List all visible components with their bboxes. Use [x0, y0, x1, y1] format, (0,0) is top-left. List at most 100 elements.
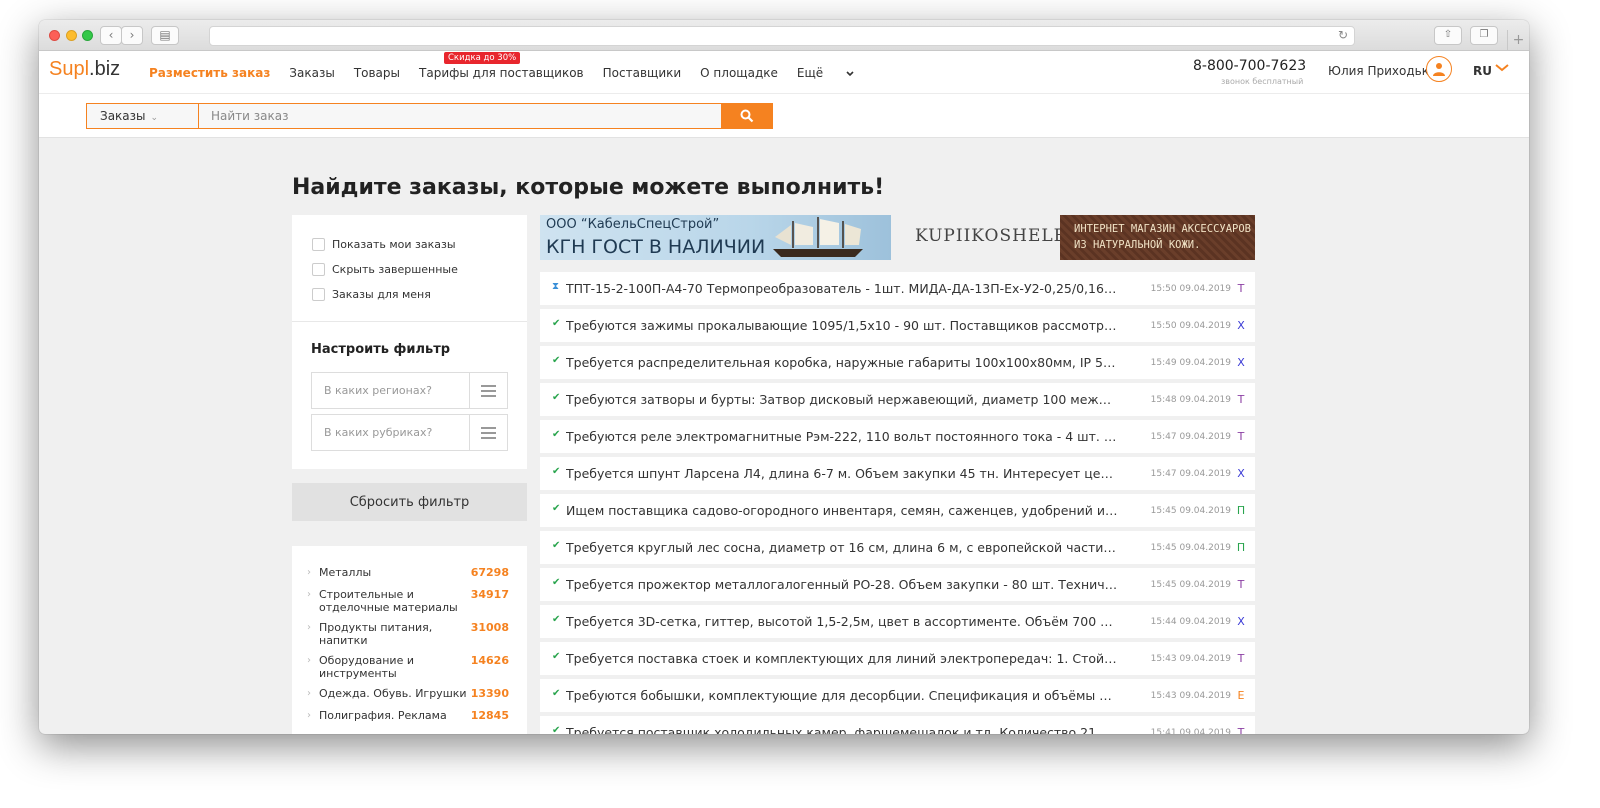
order-time: 15:45 09.04.2019	[1150, 580, 1231, 590]
table-row[interactable]: ✔ Требуется 3D-сетка, гиттер, высотой 1,5…	[540, 605, 1255, 638]
table-row[interactable]: ✔ Требуются бобышки, комплектующие для де…	[540, 679, 1255, 712]
chevron-down-icon: ⌄	[150, 113, 159, 123]
order-title[interactable]: Требуется поставка стоек и комплектующих…	[566, 651, 1118, 666]
category-label: Полиграфия. Реклама	[319, 709, 447, 722]
order-title[interactable]: Требуется прожектор металлогалогенный РО…	[566, 577, 1118, 592]
search-input[interactable]	[198, 103, 722, 129]
order-title[interactable]: Требуются затворы и бурты: Затвор дисков…	[566, 392, 1118, 407]
search-category-select[interactable]: Заказы ⌄	[86, 103, 199, 129]
nav-orders[interactable]: Заказы	[289, 66, 335, 80]
order-category-letter: Т	[1237, 652, 1245, 665]
maximize-window-button[interactable]	[82, 30, 93, 41]
banner-cable-line1: ООО “КабельСпецСтрой”	[546, 217, 720, 232]
checkbox-label: Заказы для меня	[332, 287, 431, 301]
chevron-down-icon[interactable]	[1495, 63, 1509, 73]
table-row[interactable]: ⧗ ТПТ-15-2-100П-А4-70 Термопреобразовател…	[540, 272, 1255, 305]
regions-field[interactable]	[311, 372, 508, 409]
minimize-window-button[interactable]	[66, 30, 77, 41]
checkbox-hide-completed[interactable]: Скрыть завершенные	[312, 261, 458, 277]
check-icon: ✔	[552, 503, 561, 514]
category-label: Оборудование и инструменты	[319, 654, 414, 680]
new-tab-icon[interactable]: +	[1507, 30, 1529, 51]
site-logo[interactable]: Supl.biz	[49, 58, 120, 81]
nav-more[interactable]: Ещё	[797, 66, 854, 80]
check-icon: ✔	[552, 614, 561, 625]
nav-products[interactable]: Товары	[354, 66, 400, 80]
order-title[interactable]: Требуется круглый лес сосна, диаметр от …	[566, 540, 1118, 555]
reset-filter-button[interactable]: Сбросить фильтр	[292, 483, 527, 521]
chevron-right-icon: ›	[307, 622, 311, 633]
order-title[interactable]: Требуются реле электромагнитные Рэм-222,…	[566, 429, 1118, 444]
order-title[interactable]: Требуются бобышки, комплектующие для дес…	[566, 688, 1118, 703]
chevron-right-icon: ›	[307, 655, 311, 666]
banner-leather-line2: ИЗ НАТУРАЛЬНОЙ КОЖИ.	[1074, 239, 1201, 251]
order-time: 15:45 09.04.2019	[1150, 506, 1231, 516]
forward-icon[interactable]: ›	[121, 26, 143, 45]
order-title[interactable]: Требуются зажимы прокалывающие 1095/1,5х…	[566, 318, 1118, 333]
checkbox-box[interactable]	[312, 287, 325, 301]
avatar[interactable]	[1426, 56, 1452, 82]
rubrics-field[interactable]	[311, 414, 508, 451]
table-row[interactable]: ✔ Требуются реле электромагнитные Рэм-222…	[540, 420, 1255, 453]
regions-input[interactable]	[312, 373, 470, 408]
banner-kupiikoshelek[interactable]: KUPIIKOSHELEK	[915, 226, 1081, 246]
share-icon[interactable]: ⇧	[1434, 26, 1462, 45]
table-row[interactable]: ✔ Требуется поставка стоек и комплектующи…	[540, 642, 1255, 675]
checkbox-box[interactable]	[312, 262, 325, 276]
hourglass-icon: ⧗	[552, 281, 560, 292]
table-row[interactable]: ✔ Ищем поставщика садово-огородного инвен…	[540, 494, 1255, 527]
filter-panel: Показать мои заказы Скрыть завершенные З…	[292, 215, 527, 469]
order-title[interactable]: Требуется распределительная коробка, нар…	[566, 355, 1118, 370]
order-category-letter: Х	[1237, 467, 1245, 480]
banner-leather-shop[interactable]: ИНТЕРНЕТ МАГАЗИН АКСЕССУАРОВ ИЗ НАТУРАЛЬ…	[1060, 215, 1255, 260]
checkbox-orders-for-me[interactable]: Заказы для меня	[312, 286, 431, 302]
phone-number[interactable]: 8-800-700-7623	[1193, 58, 1306, 74]
order-title[interactable]: Требуется шпунт Ларсена Л4, длина 6-7 м.…	[566, 466, 1118, 481]
order-title[interactable]: Требуется поставщик холодильных камер, ф…	[566, 725, 1118, 734]
category-label: Строительные и отделочные материалы	[319, 588, 458, 614]
page-title: Найдите заказы, которые можете выполнить…	[292, 175, 885, 200]
category-label: Металлы	[319, 566, 372, 579]
reload-icon[interactable]: ↻	[1338, 28, 1348, 42]
category-count: 14626	[470, 654, 509, 667]
category-count: 67298	[470, 566, 509, 579]
checkbox-show-my-orders[interactable]: Показать мои заказы	[312, 236, 456, 252]
table-row[interactable]: ✔ Требуется прожектор металлогалогенный Р…	[540, 568, 1255, 601]
checkbox-box[interactable]	[312, 237, 325, 251]
site-header: Supl.biz Разместить заказ Заказы Товары …	[39, 51, 1529, 94]
nav-suppliers[interactable]: Поставщики	[603, 66, 682, 80]
list-icon[interactable]	[481, 385, 496, 400]
table-row[interactable]: ✔ Требуется поставщик холодильных камер, …	[540, 716, 1255, 734]
table-row[interactable]: ✔ Требуются зажимы прокалывающие 1095/1,5…	[540, 309, 1255, 342]
nav-supplier-tariffs[interactable]: Тарифы для поставщиков	[419, 66, 584, 80]
order-time: 15:43 09.04.2019	[1150, 691, 1231, 701]
order-category-letter: Х	[1237, 615, 1245, 628]
category-label: Продукты питания, напитки	[319, 621, 433, 647]
close-window-button[interactable]	[49, 30, 60, 41]
table-row[interactable]: ✔ Требуется распределительная коробка, на…	[540, 346, 1255, 379]
nav-about[interactable]: О площадке	[700, 66, 778, 80]
list-icon[interactable]	[481, 427, 496, 442]
order-title[interactable]: Ищем поставщика садово-огородного инвент…	[566, 503, 1118, 518]
order-title[interactable]: Требуется 3D-сетка, гиттер, высотой 1,5-…	[566, 614, 1118, 629]
rubrics-input[interactable]	[312, 415, 470, 450]
order-title[interactable]: ТПТ-15-2-100П-А4-70 Термопреобразователь…	[566, 281, 1118, 296]
back-icon[interactable]: ‹	[100, 26, 122, 45]
category-count: 12845	[470, 709, 509, 722]
banner-cable[interactable]: ООО “КабельСпецСтрой” КГН ГОСТ В НАЛИЧИИ	[540, 215, 891, 260]
ship-icon	[773, 217, 863, 257]
table-row[interactable]: ✔ Требуется шпунт Ларсена Л4, длина 6-7 м…	[540, 457, 1255, 490]
nav-place-order[interactable]: Разместить заказ	[149, 66, 270, 80]
tabs-overview-icon[interactable]: ❐	[1470, 26, 1498, 45]
table-row[interactable]: ✔ Требуются затворы и бурты: Затвор диско…	[540, 383, 1255, 416]
table-row[interactable]: ✔ Требуется круглый лес сосна, диаметр от…	[540, 531, 1255, 564]
sidebar-toggle-icon[interactable]: ▤	[151, 26, 179, 45]
order-time: 15:48 09.04.2019	[1150, 395, 1231, 405]
search-icon	[740, 109, 754, 123]
language-selector[interactable]: RU	[1473, 64, 1492, 78]
address-bar[interactable]: ↻	[209, 26, 1355, 46]
search-button[interactable]	[722, 103, 773, 129]
banner-leather-line1: ИНТЕРНЕТ МАГАЗИН АКСЕССУАРОВ	[1074, 223, 1252, 235]
order-time: 15:50 09.04.2019	[1150, 284, 1231, 294]
user-name[interactable]: Юлия Приходько	[1328, 64, 1436, 78]
